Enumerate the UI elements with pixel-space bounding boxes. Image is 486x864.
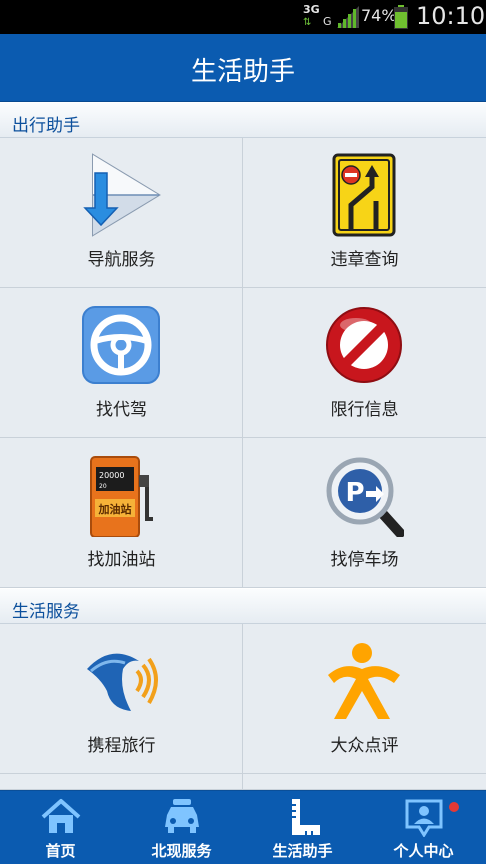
dianping-icon — [328, 643, 400, 719]
grid-item-partial — [0, 774, 243, 790]
section-header-life-service: 生活服务 — [0, 588, 486, 624]
road-sign-icon — [332, 153, 396, 237]
home-icon — [41, 799, 81, 833]
grid-item-traffic-restriction[interactable]: 限行信息 — [243, 288, 486, 437]
parking-letter: P — [345, 478, 364, 508]
grid-item-label: 找停车场 — [330, 550, 399, 570]
tab-label: 首页 — [45, 842, 76, 860]
tab-profile[interactable]: 个人中心 — [363, 791, 484, 864]
data-arrows-icon: ⇅ — [303, 17, 312, 28]
grid-item-label: 携程旅行 — [87, 736, 156, 756]
ruler-icon — [292, 799, 320, 835]
tab-label: 北现服务 — [151, 842, 212, 860]
clock: 10:10 — [416, 2, 486, 30]
grid-item-label: 违章查询 — [330, 250, 399, 270]
network-type: 3G — [303, 3, 320, 16]
section-title: 生活服务 — [12, 602, 80, 622]
battery-percent: 74% — [361, 6, 397, 25]
grid-item-label: 限行信息 — [330, 400, 399, 420]
steering-wheel-icon — [82, 306, 160, 384]
grid-item-designated-driver[interactable]: 找代驾 — [0, 288, 243, 437]
tab-home[interactable]: 首页 — [0, 791, 121, 864]
navigation-icon — [83, 153, 161, 237]
tab-life-assistant[interactable]: 生活助手 — [242, 791, 363, 864]
grid-item-dianping[interactable]: 大众点评 — [243, 624, 486, 773]
grid-row: 携程旅行 大众点评 — [0, 624, 486, 774]
grid-item-label: 找代驾 — [96, 400, 147, 420]
grid-row: 导航服务 违章查询 — [0, 138, 486, 288]
no-entry-icon — [326, 307, 402, 383]
grid-item-violation-query[interactable]: 违章查询 — [243, 138, 486, 287]
tab-label: 生活助手 — [272, 842, 333, 860]
grid-row: 找代驾 限行信息 — [0, 288, 486, 438]
car-service-icon — [165, 799, 199, 833]
grid-item-gas-station[interactable]: 20000 20 加油站 找加油站 — [0, 438, 243, 587]
battery-icon — [394, 5, 408, 29]
dolphin-icon — [87, 653, 158, 711]
grid-item-navigation[interactable]: 导航服务 — [0, 138, 243, 287]
notification-badge — [449, 802, 459, 812]
profile-icon — [405, 799, 443, 837]
grid-row: 20000 20 加油站 找加油站 P 找停车场 — [0, 438, 486, 588]
parking-search-icon: P — [326, 457, 404, 537]
grid-item-label: 找加油站 — [87, 550, 156, 570]
grid-row-partial — [0, 774, 486, 790]
tab-car-service[interactable]: 北现服务 — [121, 791, 242, 864]
gas-station-text: 加油站 — [98, 502, 132, 516]
pump-readout-1: 20000 — [99, 471, 124, 480]
bottom-tab-bar: 首页 北现服务 生活助手 个人中心 — [0, 790, 486, 864]
tab-label: 个人中心 — [393, 842, 454, 860]
grid-item-ctrip[interactable]: 携程旅行 — [0, 624, 243, 773]
section-header-travel: 出行助手 — [0, 102, 486, 138]
grid-item-label: 导航服务 — [87, 250, 156, 270]
title-bar: 生活助手 — [0, 34, 486, 102]
pump-readout-2: 20 — [99, 483, 107, 490]
gas-pump-icon: 20000 20 加油站 — [90, 456, 153, 537]
network-sub: G — [323, 15, 332, 28]
page-title: 生活助手 — [190, 57, 295, 87]
signal-icon — [337, 6, 359, 28]
grid-item-label: 大众点评 — [330, 736, 399, 756]
section-title: 出行助手 — [12, 116, 80, 136]
status-bar: 3G ⇅ G 74% 10:10 — [0, 0, 486, 34]
grid-item-parking[interactable]: P 找停车场 — [243, 438, 486, 587]
